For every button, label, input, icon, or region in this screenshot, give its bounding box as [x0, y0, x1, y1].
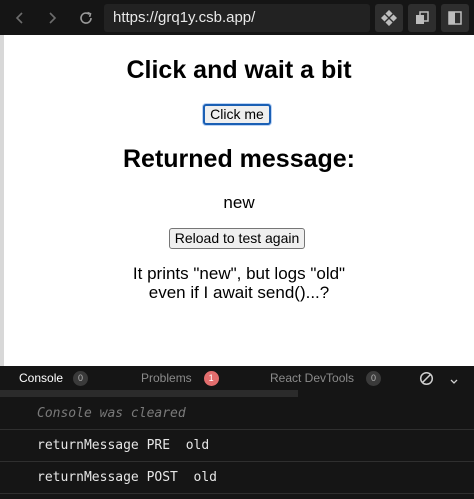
panel-layout-icon [448, 11, 462, 25]
devtools-tabs: Console 0 Problems 1 React DevTools 0 [0, 366, 474, 390]
tab-console-label: Console [19, 371, 64, 385]
page-title: Click and wait a bit [126, 56, 352, 84]
returned-value: new [223, 193, 255, 212]
console-line: returnMessage POST old [0, 462, 474, 494]
tab-console-badge: 0 [73, 370, 89, 386]
chevron-left-icon [15, 12, 23, 24]
click-me-button[interactable]: Click me [203, 104, 271, 125]
url-input[interactable]: https://grq1y.csb.app/ [104, 4, 370, 32]
reload-button[interactable] [74, 6, 98, 30]
reload-icon [80, 11, 92, 24]
clear-console-button[interactable] [419, 371, 434, 391]
devtools-panel: Console 0 Problems 1 React DevTools 0 Co… [0, 366, 474, 499]
tab-react-devtools[interactable]: React DevTools 0 [270, 366, 382, 390]
browser-toolbar: https://grq1y.csb.app/ [0, 0, 474, 35]
back-button[interactable] [8, 6, 32, 30]
chevron-right-icon [49, 12, 57, 24]
open-window-button[interactable] [408, 4, 436, 32]
tab-console[interactable]: Console 0 [19, 366, 89, 390]
clear-console-icon [419, 371, 434, 386]
tabs-scrollbar-thumb[interactable] [0, 390, 298, 397]
note-line-2: even if I await send()...? [148, 283, 330, 302]
console-line: returnMessage PRE old [0, 430, 474, 462]
console-line: Console was cleared [0, 398, 474, 430]
tab-react-devtools-label: React DevTools [270, 371, 355, 385]
panel-layout-button[interactable] [441, 4, 469, 32]
returned-heading: Returned message: [122, 145, 356, 173]
tab-react-devtools-badge: 0 [366, 370, 382, 386]
open-window-icon [416, 11, 429, 24]
screen: https://grq1y.csb.app/ Click and wait a … [0, 0, 474, 499]
page-viewport: Click and wait a bit Click me Returned m… [0, 35, 474, 366]
tab-problems-badge: 1 [203, 370, 219, 386]
tab-problems-label: Problems [141, 371, 192, 385]
codesandbox-button[interactable] [375, 4, 403, 32]
reload-test-button[interactable]: Reload to test again [169, 228, 305, 249]
codesandbox-icon [381, 10, 397, 26]
tabs-scrollbar[interactable] [0, 390, 474, 397]
forward-button[interactable] [40, 6, 64, 30]
note-line-1: It prints "new", but logs "old" [132, 264, 346, 283]
tab-problems[interactable]: Problems 1 [141, 366, 219, 390]
chevron-down-icon [450, 379, 458, 384]
devtools-menu-button[interactable] [449, 373, 459, 391]
note-text: It prints "new", but logs "old" even if … [4, 264, 474, 302]
